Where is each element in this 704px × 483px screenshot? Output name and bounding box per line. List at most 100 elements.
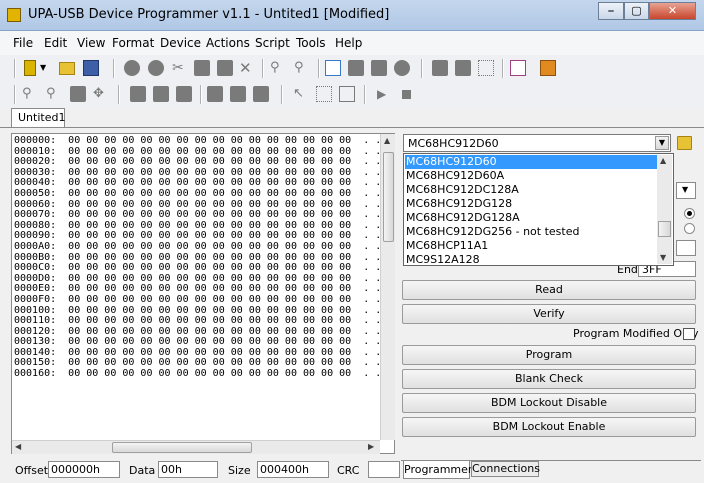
chip-icon[interactable] [24,60,36,76]
menu-view[interactable]: View [77,36,105,50]
chart-icon[interactable] [339,86,355,102]
toolbar-separator [14,85,16,104]
bdm-lockout-disable-button[interactable]: BDM Lockout Disable [402,393,696,413]
cut-icon[interactable]: ✂ [172,60,188,76]
maximize-button[interactable]: ▢ [624,2,649,20]
open-folder-icon[interactable] [677,136,692,150]
hex-editor[interactable]: 000000: 00 00 00 00 00 00 00 00 00 00 00… [11,133,395,454]
find-next-icon[interactable]: ⚲ [294,60,310,76]
toolbar-main: ▼ ✂ ✕ ⚲ ⚲ [0,55,704,82]
tab-connections[interactable]: Connections [471,461,540,477]
dropdown-arrow-icon[interactable]: ▼ [40,60,50,76]
menu-help[interactable]: Help [335,36,362,50]
radio-option-2[interactable] [684,223,695,234]
obscured-field[interactable] [676,240,696,256]
probe-icon[interactable]: ⚲ [22,86,38,102]
menu-format[interactable]: Format [112,36,154,50]
device-option[interactable]: MC9S12A128 [405,253,658,265]
scroll-left-icon[interactable]: ◀ [15,442,21,451]
paste-icon[interactable] [217,60,233,76]
offset-label: Offset [15,464,49,477]
scroll-thumb[interactable] [383,152,394,242]
find-icon[interactable]: ⚲ [270,60,286,76]
toolbar-separator [113,59,115,78]
block-icon-3[interactable] [176,86,192,102]
open-folder-icon[interactable] [59,62,75,75]
play-icon[interactable]: ▶ [377,86,393,102]
toolbar-separator [502,59,504,78]
dropdown-scrollbar[interactable]: ▲ ▼ [657,155,672,264]
device-option[interactable]: MC68HC912DC128A [405,183,658,197]
menu-device[interactable]: Device [160,36,201,50]
record-icon[interactable] [124,60,140,76]
block-icon-6[interactable] [253,86,269,102]
device-option[interactable]: MC68HCP11A1 [405,239,658,253]
hscroll-thumb[interactable] [112,442,252,453]
toolbar-separator [262,59,264,78]
grid-icon[interactable] [478,60,494,76]
obscured-dropdown[interactable]: ▼ [676,182,696,199]
tools-icon[interactable] [540,60,556,76]
device-select[interactable]: MC68HC912D60 ▼ [403,134,671,152]
hex-row: 0000A0: 00 00 00 00 00 00 00 00 00 00 00… [14,240,382,252]
device-option[interactable]: MC68HC912DG256 - not tested [405,225,658,239]
chevron-down-icon[interactable]: ▼ [655,136,669,150]
dropdown-scroll-thumb[interactable] [658,221,671,237]
page-icon-2[interactable] [432,60,448,76]
block-icon-1[interactable] [130,86,146,102]
scroll-up-icon[interactable]: ▲ [384,136,390,145]
close-button[interactable]: ✕ [649,2,696,20]
stop-icon[interactable] [402,90,411,99]
refresh-icon[interactable] [394,60,410,76]
device-option[interactable]: MC68HC912DG128A [405,211,658,225]
vertical-scrollbar[interactable]: ▲ [380,134,395,440]
read-button[interactable]: Read [402,280,696,300]
size-label: Size [228,464,251,477]
stop-record-icon[interactable] [148,60,164,76]
device-option[interactable]: MC68HC912DG128 [405,197,658,211]
tab-programmer[interactable]: Programmer [403,461,472,479]
move-icon[interactable]: ✥ [93,86,109,102]
page-icon[interactable] [348,60,364,76]
menu-tools[interactable]: Tools [296,36,326,50]
save-icon[interactable] [83,60,99,76]
block-icon-4[interactable] [207,86,223,102]
device-option[interactable]: MC68HC912D60A [405,169,658,183]
bdm-lockout-enable-button[interactable]: BDM Lockout Enable [402,417,696,437]
page-copy-icon[interactable] [371,60,387,76]
minimize-button[interactable]: ⎯ [598,2,624,20]
scroll-up-icon[interactable]: ▲ [660,156,666,165]
horizontal-scrollbar[interactable]: ◀ ▶ [12,440,380,454]
block-icon-2[interactable] [153,86,169,102]
menu-file[interactable]: File [13,36,33,50]
verify-button[interactable]: Verify [402,304,696,324]
hex-row: 000160: 00 00 00 00 00 00 00 00 00 00 00… [14,368,382,380]
scroll-right-icon[interactable]: ▶ [368,442,374,451]
crc-label: CRC [337,464,360,477]
radio-option-1[interactable] [684,208,695,219]
device-dropdown-list[interactable]: MC68HC912D60 MC68HC912D60A MC68HC912DC12… [403,153,674,266]
frame-icon[interactable] [70,86,86,102]
scroll-down-icon[interactable]: ▼ [660,253,666,262]
device-option[interactable]: MC68HC912D60 [405,155,658,169]
menu-actions[interactable]: Actions [206,36,250,50]
program-button[interactable]: Program [402,345,696,365]
document-icon[interactable] [325,60,341,76]
device-select-value: MC68HC912D60 [408,137,499,150]
pointer-icon[interactable]: ↖ [293,86,309,102]
probe-2-icon[interactable]: ⚲ [46,86,62,102]
select-region-icon[interactable] [316,86,332,102]
menu-edit[interactable]: Edit [44,36,67,50]
menu-script[interactable]: Script [255,36,290,50]
toolbar-separator [364,85,366,104]
copy-icon[interactable] [194,60,210,76]
blank-check-button[interactable]: Blank Check [402,369,696,389]
properties-icon[interactable] [510,60,526,76]
program-modified-only-checkbox[interactable] [683,328,695,340]
tab-untited1[interactable]: Untited1 [11,108,65,128]
block-icon-5[interactable] [230,86,246,102]
hex-row: 000050: 00 00 00 00 00 00 00 00 00 00 00… [14,187,382,199]
tab-divider [0,127,704,128]
delete-icon[interactable]: ✕ [239,60,255,76]
page-icon-3[interactable] [455,60,471,76]
